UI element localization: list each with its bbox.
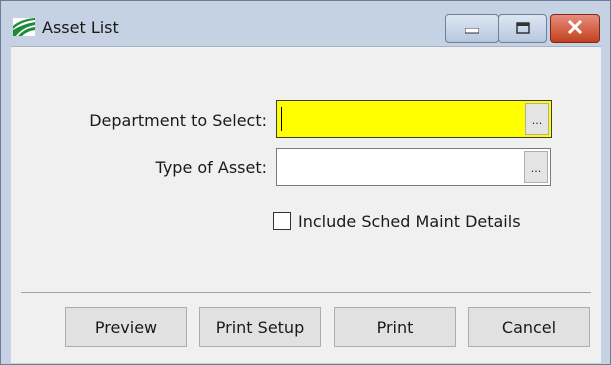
type-of-asset-browse-button[interactable]: ... (524, 151, 548, 183)
button-separator (21, 292, 591, 293)
maximize-icon (515, 19, 530, 38)
preview-button[interactable]: Preview (65, 307, 187, 347)
window-title: Asset List (42, 18, 119, 37)
dialog-content: Department to Select: ... Type of Asset:… (11, 46, 601, 363)
print-setup-button[interactable]: Print Setup (199, 307, 321, 347)
close-icon (567, 19, 583, 38)
department-label: Department to Select: (89, 111, 267, 130)
cancel-button[interactable]: Cancel (468, 307, 590, 347)
close-button[interactable] (550, 14, 600, 43)
maximize-button[interactable] (498, 14, 547, 43)
department-browse-button[interactable]: ... (525, 103, 549, 135)
title-bar[interactable]: Asset List (1, 1, 610, 44)
print-button[interactable]: Print (334, 307, 456, 347)
include-sched-maint-checkbox[interactable] (273, 212, 291, 230)
type-of-asset-label: Type of Asset: (155, 158, 267, 177)
include-sched-maint-label[interactable]: Include Sched Maint Details (298, 212, 521, 232)
minimize-icon (464, 19, 480, 38)
asset-list-window: Asset List Department to Select: ... Typ… (0, 0, 611, 365)
type-of-asset-input[interactable]: ... (276, 148, 551, 186)
department-input[interactable]: ... (276, 100, 552, 138)
app-logo-icon (13, 18, 35, 36)
text-caret (281, 107, 282, 131)
minimize-button[interactable] (445, 14, 499, 43)
